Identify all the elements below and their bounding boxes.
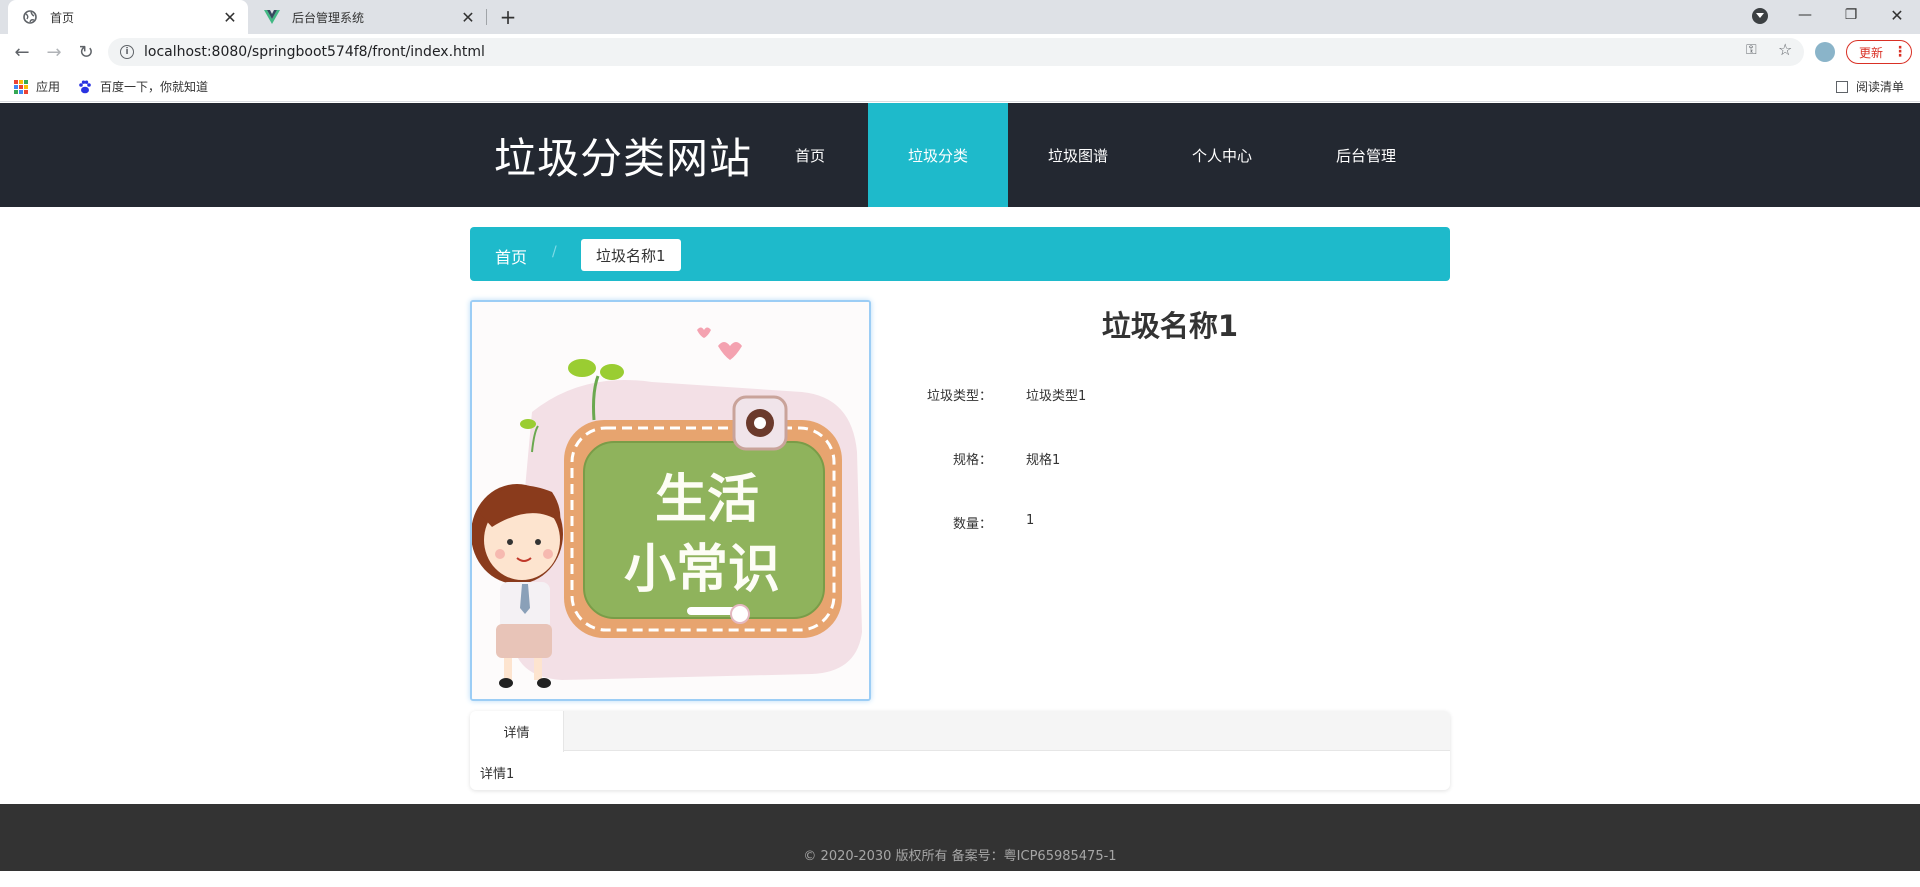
bottom-strip xyxy=(0,871,1920,887)
tab-detail[interactable]: 详情 xyxy=(470,711,564,752)
minimize-window-icon[interactable]: — xyxy=(1782,0,1828,30)
breadcrumb: 首页 / 垃圾名称1 xyxy=(470,227,1450,281)
site-footer: © 2020-2030 版权所有 备案号：粤ICP65985475-1 xyxy=(0,804,1920,871)
tab-content: 详情1 xyxy=(480,767,515,782)
reading-list-label: 阅读清单 xyxy=(1856,80,1905,94)
vue-logo-icon xyxy=(264,9,280,25)
more-menu-icon: ⋮ xyxy=(1893,44,1908,60)
site-header: 垃圾分类网站 首页 垃圾分类 垃圾图谱 个人中心 后台管理 xyxy=(0,103,1920,207)
baidu-paw-icon xyxy=(78,80,92,94)
field-label-type: 垃圾类型： xyxy=(926,389,992,404)
product-image: 生活 小常识 xyxy=(470,300,871,701)
field-value-quantity: 1 xyxy=(1026,513,1035,528)
browser-tab-title: 后台管理系统 xyxy=(292,10,365,25)
bookmark-baidu[interactable]: 百度一下，你就知道 xyxy=(78,78,208,95)
field-label-quantity: 数量： xyxy=(952,517,992,532)
apps-grid-icon xyxy=(14,79,28,94)
site-info-icon[interactable]: i xyxy=(120,45,134,59)
browser-tab-bar: 首页 ✕ 后台管理系统 ✕ + — ❐ ✕ xyxy=(0,0,1920,34)
url-text[interactable]: localhost:8080/springboot574f8/front/ind… xyxy=(144,44,1804,60)
bookmarks-bar: 应用 百度一下，你就知道 阅读清单 xyxy=(0,70,1920,102)
reload-icon[interactable]: ↻ xyxy=(74,40,98,64)
star-bookmark-icon[interactable]: ☆ xyxy=(1778,40,1792,59)
bookmark-apps[interactable]: 应用 xyxy=(14,78,60,95)
update-label: 更新 xyxy=(1859,45,1884,60)
bookmark-label: 应用 xyxy=(36,80,61,94)
browser-tab-home[interactable]: 首页 ✕ xyxy=(8,0,248,34)
field-value-spec: 规格1 xyxy=(1026,453,1061,468)
browser-toolbar: ← → ↻ i localhost:8080/springboot574f8/f… xyxy=(0,34,1920,70)
detail-tabs: 详情 详情1 xyxy=(470,711,1450,790)
profile-avatar[interactable] xyxy=(1815,42,1835,62)
nav-item-admin[interactable]: 后台管理 xyxy=(1294,103,1438,207)
nav-item-personal-center[interactable]: 个人中心 xyxy=(1150,103,1294,207)
close-tab-icon[interactable]: ✕ xyxy=(220,7,240,27)
footer-copyright: © 2020-2030 版权所有 备案号：粤ICP65985475-1 xyxy=(803,849,1117,864)
life-tips-illustration: 生活 小常识 xyxy=(472,302,869,699)
new-tab-button[interactable]: + xyxy=(496,5,520,29)
address-bar[interactable]: i localhost:8080/springboot574f8/front/i… xyxy=(108,38,1804,66)
field-value-type: 垃圾类型1 xyxy=(1026,389,1087,404)
illustration-text-line1: 生活 xyxy=(655,471,759,529)
reading-list-button[interactable]: 阅读清单 xyxy=(1836,78,1904,95)
breadcrumb-separator: / xyxy=(552,244,557,260)
site-title: 垃圾分类网站 xyxy=(494,134,753,183)
close-tab-icon[interactable]: ✕ xyxy=(458,7,478,27)
close-window-icon[interactable]: ✕ xyxy=(1874,0,1920,30)
globe-icon xyxy=(22,9,38,25)
tabs-header xyxy=(470,711,1450,751)
key-icon[interactable]: ⚿ xyxy=(1746,42,1757,58)
breadcrumb-home-link[interactable]: 首页 xyxy=(495,244,527,268)
restore-window-icon[interactable]: ❐ xyxy=(1828,0,1874,30)
illustration-text-line2: 小常识 xyxy=(624,541,780,599)
breadcrumb-current: 垃圾名称1 xyxy=(581,239,681,271)
nav-item-garbage-category[interactable]: 垃圾分类 xyxy=(868,103,1008,207)
update-button[interactable]: 更新 ⋮ xyxy=(1846,40,1912,64)
tab-separator xyxy=(486,9,487,25)
browser-tab-title: 首页 xyxy=(50,10,75,25)
back-arrow-icon[interactable]: ← xyxy=(10,40,34,64)
field-label-spec: 规格： xyxy=(952,453,992,468)
nav-item-home[interactable]: 首页 xyxy=(766,103,854,207)
nav-item-garbage-atlas[interactable]: 垃圾图谱 xyxy=(1008,103,1148,207)
tab-search-icon[interactable] xyxy=(1752,8,1768,24)
browser-tab-admin[interactable]: 后台管理系统 ✕ xyxy=(250,0,486,34)
reading-list-icon xyxy=(1836,80,1848,93)
detail-title: 垃圾名称1 xyxy=(1101,309,1239,343)
forward-arrow-icon[interactable]: → xyxy=(42,40,66,64)
bookmark-label: 百度一下，你就知道 xyxy=(100,80,209,94)
